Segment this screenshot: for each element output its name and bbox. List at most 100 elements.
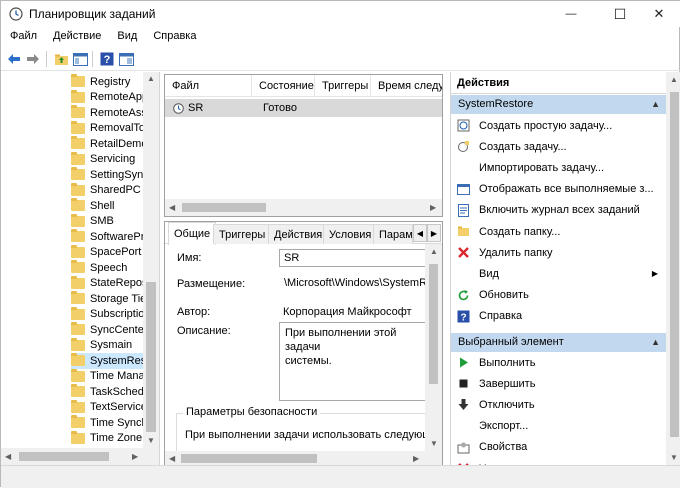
action-item[interactable]: Включить журнал всех заданий xyxy=(451,200,666,221)
action-item[interactable]: Свойства xyxy=(451,437,666,458)
action-item[interactable]: Завершить xyxy=(451,373,666,394)
scroll-right-icon[interactable]: ▶ xyxy=(413,454,419,463)
tree-item[interactable]: RemoteAss xyxy=(71,105,143,121)
tree-item[interactable]: SpacePort xyxy=(71,244,143,261)
tree-item[interactable]: Time Synch xyxy=(71,415,143,431)
tab-triggers[interactable]: Триггеры xyxy=(213,224,272,244)
maximize-button[interactable]: ☐ xyxy=(598,1,642,27)
tab-general[interactable]: Общие xyxy=(168,222,217,245)
actions-scroll-thumb[interactable] xyxy=(670,92,679,437)
menu-file[interactable]: Файл xyxy=(1,28,45,47)
tree-item[interactable]: RetailDemo xyxy=(71,136,143,152)
action-item[interactable]: Импортировать задачу... xyxy=(451,157,666,178)
action-item[interactable]: Вид ▶ xyxy=(451,263,666,284)
action-item[interactable]: Создать простую задачу... xyxy=(451,115,666,136)
tree-item[interactable]: Time Zone xyxy=(71,430,143,447)
tree-horizontal-scrollbar[interactable]: ◀ ▶ xyxy=(1,448,160,465)
show-hide-tree-button[interactable] xyxy=(71,50,89,68)
minimize-button[interactable]: — xyxy=(549,1,593,27)
section-header-selected-item[interactable]: Выбранный элемент ▲ xyxy=(451,333,666,352)
action-item[interactable]: Отображать все выполняемые з... xyxy=(451,179,666,200)
column-header-triggers[interactable]: Триггеры xyxy=(315,75,371,97)
task-list-hscrollbar[interactable]: ◀ ▶ xyxy=(165,199,442,216)
menu-help[interactable]: Справка xyxy=(145,28,204,47)
description-field[interactable]: При выполнении этой задачи системы. xyxy=(279,322,426,401)
tree-item[interactable]: SyncCenter xyxy=(71,322,143,338)
action-item[interactable]: ? Справка xyxy=(451,306,666,327)
action-item[interactable]: Экспорт... xyxy=(451,416,666,437)
tab-conditions[interactable]: Условия xyxy=(323,224,378,244)
tree-item[interactable]: RemovalToo xyxy=(71,120,143,137)
properties-toolbar-button[interactable] xyxy=(117,50,135,68)
tree-item[interactable]: SystemRest xyxy=(71,353,143,369)
scroll-left-icon[interactable]: ◀ xyxy=(169,203,175,212)
back-button[interactable] xyxy=(5,50,23,68)
scroll-right-icon[interactable]: ▶ xyxy=(430,203,436,212)
action-item-label: Создать папку... xyxy=(479,225,561,238)
location-field[interactable]: \Microsoft\Windows\SystemRes xyxy=(279,274,426,292)
tree-item[interactable]: Registry xyxy=(71,74,143,90)
scroll-up-icon[interactable]: ▲ xyxy=(430,247,438,256)
tree-item[interactable]: Storage Tier xyxy=(71,291,143,307)
up-folder-button[interactable] xyxy=(52,50,70,68)
column-header-name[interactable]: Файл xyxy=(165,75,252,97)
tree-hscroll-thumb[interactable] xyxy=(19,452,109,461)
help-button[interactable]: ? xyxy=(98,50,116,68)
action-item[interactable]: Создать папку... xyxy=(451,221,666,242)
tab-actions[interactable]: Действия xyxy=(268,224,329,244)
tab-settings[interactable]: Парам xyxy=(373,224,413,244)
action-item[interactable]: Отключить xyxy=(451,394,666,415)
properties-hscroll-thumb[interactable] xyxy=(181,454,317,463)
tree-item-label: TaskSchedu xyxy=(90,385,143,398)
tree-item[interactable]: Subscriptio xyxy=(71,306,143,323)
scroll-down-icon[interactable]: ▼ xyxy=(147,436,155,445)
scroll-left-icon[interactable]: ◀ xyxy=(169,454,175,463)
scroll-right-icon[interactable]: ▶ xyxy=(132,452,138,461)
tab-scroll-right-button[interactable]: ▶ xyxy=(427,224,441,242)
tree-item[interactable]: StateReposi xyxy=(71,275,143,292)
column-header-next-run[interactable]: Время следу xyxy=(371,75,442,97)
actions-vscrollbar[interactable]: ▲ ▼ xyxy=(666,72,680,465)
action-item[interactable]: Выполнить xyxy=(451,352,666,373)
tree-item[interactable]: Speech xyxy=(71,260,143,276)
tree-item[interactable]: SettingSync xyxy=(71,167,143,183)
properties-vscrollbar[interactable]: ▲ ▼ xyxy=(425,244,442,451)
toolbar-separator xyxy=(92,51,93,67)
scroll-up-icon[interactable]: ▲ xyxy=(147,74,155,83)
folder-icon xyxy=(71,291,85,305)
scroll-down-icon[interactable]: ▼ xyxy=(670,453,678,462)
column-header-state[interactable]: Состояние xyxy=(252,75,315,97)
action-item-label: Обновить xyxy=(479,289,529,302)
action-item[interactable]: Удалить xyxy=(451,458,666,465)
menu-action[interactable]: Действие xyxy=(45,28,109,47)
name-field[interactable]: SR xyxy=(279,249,426,267)
properties-scroll-thumb[interactable] xyxy=(429,264,438,384)
close-button[interactable]: ✕ xyxy=(637,1,680,27)
tree-item[interactable]: SoftwarePro xyxy=(71,229,143,245)
tree-item[interactable]: Sysmain xyxy=(71,337,143,354)
tree-item[interactable]: Servicing xyxy=(71,151,143,168)
action-item[interactable]: Удалить папку xyxy=(451,242,666,263)
properties-hscrollbar[interactable]: ◀ ▶ xyxy=(165,451,442,465)
tree-item[interactable]: Time Manag xyxy=(71,368,143,385)
task-list-scroll-thumb[interactable] xyxy=(182,203,266,212)
action-item[interactable]: Обновить xyxy=(451,285,666,306)
menu-view[interactable]: Вид xyxy=(109,28,145,47)
tree-item[interactable]: TextServices xyxy=(71,399,143,416)
forward-button[interactable] xyxy=(24,50,42,68)
tree-item-label: Sysmain xyxy=(90,339,133,352)
scroll-down-icon[interactable]: ▼ xyxy=(430,439,438,448)
scroll-left-icon[interactable]: ◀ xyxy=(5,452,11,461)
table-row[interactable]: SR Готово xyxy=(165,99,442,117)
tree-item[interactable]: SMB xyxy=(71,213,143,230)
tree-item[interactable]: Shell xyxy=(71,198,143,214)
scroll-up-icon[interactable]: ▲ xyxy=(670,75,678,84)
tab-scroll-left-button[interactable]: ◀ xyxy=(413,224,427,242)
action-item[interactable]: Создать задачу... xyxy=(451,136,666,157)
tree-vertical-scrollbar[interactable]: ▲ ▼ xyxy=(143,72,159,448)
tree-item[interactable]: RemoteApp xyxy=(71,89,143,106)
tree-item[interactable]: TaskSchedu xyxy=(71,384,143,400)
tree-item[interactable]: SharedPC xyxy=(71,182,143,199)
section-header-systemrestore[interactable]: SystemRestore ▲ xyxy=(451,95,666,114)
tree-scroll-thumb[interactable] xyxy=(146,282,156,432)
